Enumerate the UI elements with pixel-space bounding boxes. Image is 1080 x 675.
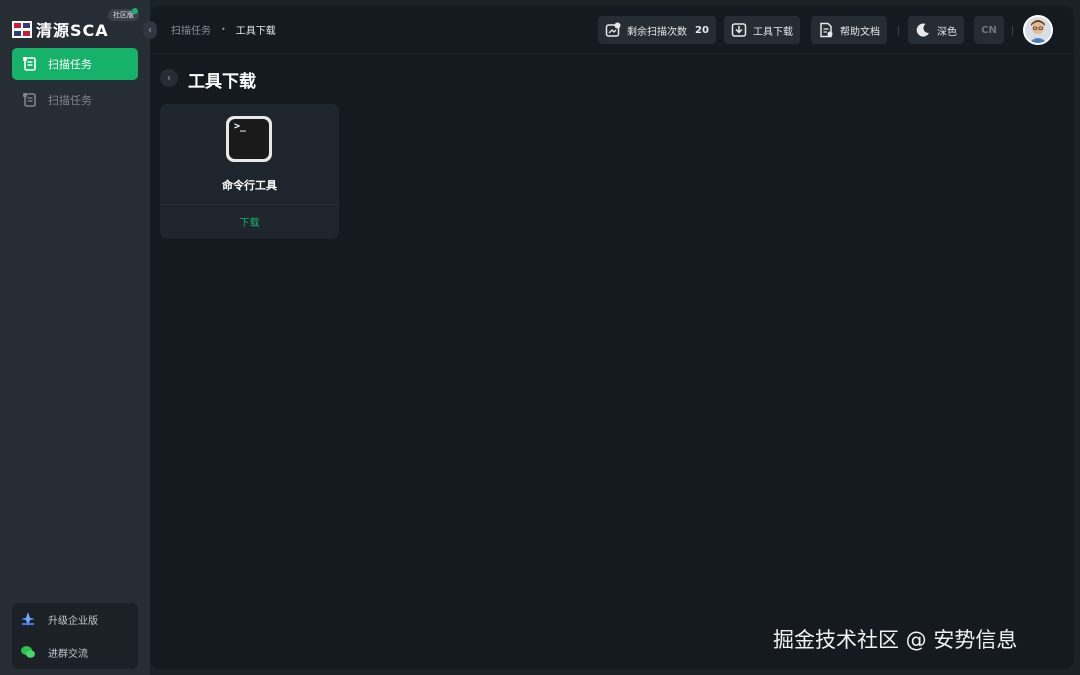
- download-link[interactable]: 下载: [160, 214, 339, 229]
- terminal-prompt: >_: [234, 121, 247, 132]
- sidebar-item-label: 扫描任务: [48, 94, 92, 107]
- logo-text: 清源SCA: [36, 21, 109, 40]
- sidebar-collapse-button[interactable]: ‹: [143, 21, 157, 39]
- tool-name: 命令行工具: [222, 179, 277, 192]
- terminal-icon: >_: [226, 116, 272, 162]
- language-button[interactable]: CN: [974, 16, 1004, 44]
- breadcrumb-current: 工具下载: [235, 26, 276, 37]
- sidebar-bottom-panel: 升级企业版 进群交流: [12, 603, 138, 669]
- help-docs-label: 帮助文档: [840, 26, 880, 38]
- scroll-icon: [23, 57, 36, 71]
- card-divider: [160, 204, 339, 205]
- logo[interactable]: 清源SCA: [12, 17, 109, 41]
- download-icon: [731, 23, 747, 37]
- remaining-scans-label: 剩余扫描次数: [627, 26, 687, 38]
- top-bar: 扫描任务 • 工具下载 剩余扫描次数 20 工具下载 帮助文档 深色 CN: [150, 6, 1074, 54]
- remaining-scans-count: 20: [695, 24, 709, 36]
- chevron-left-icon: ‹: [167, 72, 171, 84]
- logo-icon: [12, 20, 32, 38]
- sidebar: 清源SCA 社区版 ‹ 扫描任务 扫描任务 升级企业版 进群交流: [0, 0, 157, 675]
- sidebar-item-label: 扫描任务: [48, 58, 92, 71]
- watermark: 掘金技术社区 @ 安势信息: [773, 628, 1018, 652]
- avatar-icon: [1025, 17, 1051, 43]
- back-button[interactable]: ‹: [160, 69, 178, 87]
- theme-label: 深色: [937, 26, 957, 38]
- remaining-scans-button[interactable]: 剩余扫描次数 20: [598, 16, 716, 44]
- topbar-divider: [898, 26, 899, 35]
- chevron-left-icon: ‹: [148, 24, 152, 36]
- edition-dot: [132, 8, 138, 14]
- topbar-divider: [1012, 26, 1013, 35]
- tool-download-button[interactable]: 工具下载: [724, 16, 800, 44]
- sidebar-item-scan-tasks[interactable]: 扫描任务: [12, 48, 138, 80]
- tool-download-label: 工具下载: [753, 26, 793, 38]
- user-avatar[interactable]: [1023, 15, 1053, 45]
- app-root: 清源SCA 社区版 ‹ 扫描任务 扫描任务 升级企业版 进群交流 扫描任务 • …: [0, 0, 1080, 675]
- scan-count-icon: [605, 22, 621, 37]
- moon-icon: [916, 23, 929, 37]
- scroll-icon: [23, 93, 36, 107]
- join-group-link[interactable]: 进群交流: [20, 642, 88, 662]
- theme-toggle-button[interactable]: 深色: [908, 16, 964, 44]
- document-icon: [820, 22, 833, 38]
- upgrade-label: 升级企业版: [48, 615, 98, 627]
- main-panel: 扫描任务 • 工具下载 剩余扫描次数 20 工具下载 帮助文档 深色 CN ‹ …: [150, 6, 1074, 669]
- upgrade-enterprise-link[interactable]: 升级企业版: [20, 609, 98, 629]
- breadcrumb-separator: •: [221, 25, 226, 34]
- wechat-icon: [21, 646, 35, 658]
- tool-card: >_ 命令行工具 下载: [160, 104, 339, 239]
- help-docs-button[interactable]: 帮助文档: [811, 16, 887, 44]
- breadcrumb: 扫描任务 • 工具下载: [171, 22, 276, 37]
- join-group-label: 进群交流: [48, 648, 88, 660]
- sidebar-item-scan-tasks-secondary[interactable]: 扫描任务: [12, 84, 138, 116]
- breadcrumb-parent[interactable]: 扫描任务: [171, 22, 211, 37]
- upgrade-icon: [21, 612, 35, 626]
- page-title: 工具下载: [188, 72, 256, 92]
